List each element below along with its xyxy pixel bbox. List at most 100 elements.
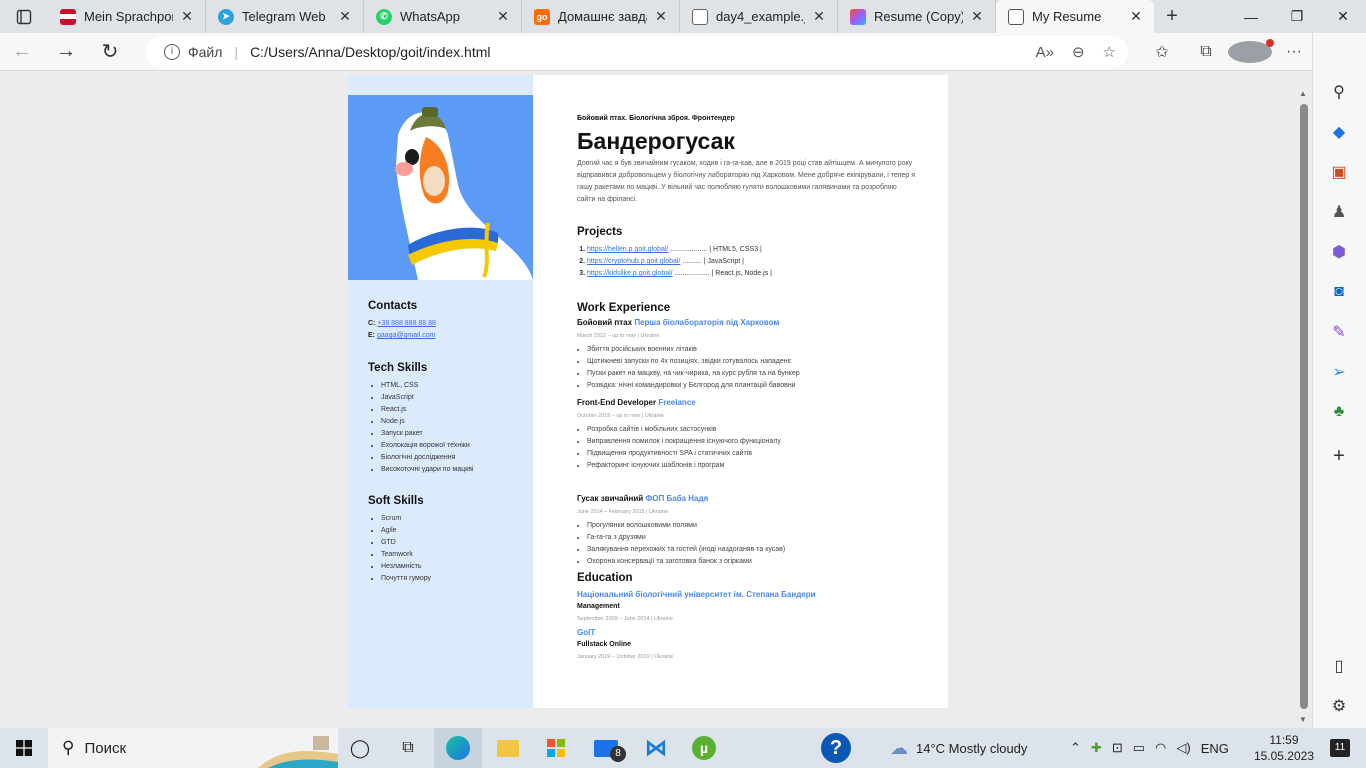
help-taskbar-button[interactable]: ? — [812, 728, 860, 768]
minimize-button[interactable]: — — [1228, 0, 1274, 33]
info-icon[interactable]: i — [164, 44, 180, 60]
utorrent-icon: µ — [692, 736, 716, 760]
list-item: Залякування перехожих та гостей (іноді н… — [587, 544, 917, 556]
mail-taskbar-button[interactable]: 8 — [582, 728, 630, 768]
gear-icon[interactable]: ⚙ — [1328, 695, 1350, 717]
webcam-icon[interactable]: ⊡ — [1112, 740, 1123, 756]
defender-icon[interactable]: ✚ — [1091, 740, 1102, 756]
tab-image[interactable]: day4_example.jpg ✕ — [680, 0, 838, 33]
plus-icon: + — [1166, 5, 1178, 27]
close-tab-icon[interactable]: ✕ — [179, 8, 195, 25]
close-tab-icon[interactable]: ✕ — [653, 8, 669, 25]
maximize-button[interactable]: ❐ — [1274, 0, 1320, 33]
project-link[interactable]: https://cryptohub.p.goit.global/ — [587, 258, 680, 265]
volume-icon[interactable]: ◁) — [1176, 740, 1190, 756]
project-link[interactable]: https://kidslike.p.goit.global/ — [587, 270, 673, 277]
tab-sprachportal[interactable]: Mein Sprachporta ✕ — [48, 0, 206, 33]
notifications-button[interactable]: 11 — [1316, 728, 1364, 768]
vscode-taskbar-button[interactable]: ⋈ — [632, 728, 680, 768]
goose-illustration — [395, 107, 533, 280]
project-link[interactable]: https://hellen.p.goit.global/ — [587, 246, 668, 253]
address-bar[interactable]: i Файл | C:/Users/Anna/Desktop/goit/inde… — [146, 36, 1128, 68]
resume-sidebar: Contacts С: +38 888 888 88 88 Е: gaaga@g… — [348, 75, 533, 708]
zoom-icon[interactable]: ⊖ — [1072, 43, 1085, 61]
send-icon[interactable]: ➢ — [1328, 361, 1350, 383]
shopping-tag-icon[interactable]: ◆ — [1328, 121, 1350, 143]
read-aloud-icon[interactable]: A» — [1036, 44, 1054, 61]
education-entry: Національний біологічний університет ім.… — [577, 590, 917, 622]
start-button[interactable] — [0, 728, 48, 768]
games-icon[interactable]: ♟ — [1328, 201, 1350, 223]
close-tab-icon[interactable]: ✕ — [495, 8, 511, 25]
arrow-right-icon: → — [56, 40, 76, 62]
search-icon[interactable]: ⚲ — [1328, 81, 1350, 103]
collections-icon[interactable]: ⧉ — [1184, 43, 1228, 61]
battery-icon[interactable]: ▭ — [1133, 740, 1145, 756]
close-tab-icon[interactable]: ✕ — [811, 8, 827, 25]
add-sidebar-app-icon[interactable]: + — [1328, 445, 1350, 467]
close-window-button[interactable]: ✕ — [1320, 0, 1366, 33]
explorer-taskbar-button[interactable] — [484, 728, 532, 768]
whatsapp-icon: ✆ — [376, 8, 392, 25]
url-text[interactable]: C:/Users/Anna/Desktop/goit/index.html — [250, 44, 490, 60]
contacts-section: Contacts С: +38 888 888 88 88 Е: gaaga@g… — [368, 300, 436, 342]
clock[interactable]: 11:59 15.05.2023 — [1254, 732, 1314, 764]
wifi-icon[interactable]: ◠ — [1155, 740, 1166, 756]
tree-icon[interactable]: ♣ — [1328, 401, 1350, 423]
job-title: Front-End Developer Freelance — [577, 398, 696, 407]
new-tab-button[interactable]: + — [1154, 5, 1190, 28]
job-title: Гусак звичайний ФОП Баба Надя — [577, 494, 709, 503]
projects-heading: Projects — [577, 226, 623, 238]
contacts-heading: Contacts — [368, 300, 418, 312]
clock-date: 15.05.2023 — [1253, 749, 1314, 763]
close-tab-icon[interactable]: ✕ — [337, 8, 353, 25]
scrollbar-thumb[interactable] — [1300, 104, 1308, 709]
scroll-up-icon[interactable]: ▲ — [1299, 89, 1307, 98]
language-indicator[interactable]: ENG — [1201, 741, 1229, 756]
forward-button[interactable]: → — [44, 33, 88, 71]
add-favorite-icon[interactable]: ☆ — [1103, 43, 1116, 61]
page-scrollbar[interactable]: ▲ ▼ — [1296, 71, 1312, 728]
list-item: React.js — [381, 404, 473, 416]
microsoft365-icon[interactable]: ⬢ — [1328, 241, 1350, 263]
close-tab-icon[interactable]: ✕ — [1128, 8, 1144, 25]
chevron-up-icon[interactable]: ⌃ — [1070, 740, 1081, 756]
tab-telegram[interactable]: ➤ Telegram Web ✕ — [206, 0, 364, 33]
refresh-button[interactable]: ↻ — [88, 33, 132, 71]
scroll-down-icon[interactable]: ▼ — [1299, 715, 1307, 724]
store-taskbar-button[interactable] — [532, 728, 580, 768]
tab-homework[interactable]: go Домашнє завдан ✕ — [522, 0, 680, 33]
email-link[interactable]: gaaga@gmail.com — [377, 332, 435, 339]
tab-figma[interactable]: Resume (Copy) – ✕ — [838, 0, 996, 33]
list-item: https://cryptohub.p.goit.global/ .......… — [587, 256, 917, 268]
favorites-icon[interactable]: ✩ — [1140, 42, 1184, 62]
scheme-label: Файл — [188, 44, 223, 60]
phone-link[interactable]: +38 888 888 88 88 — [377, 320, 436, 327]
edge-taskbar-button[interactable] — [434, 728, 482, 768]
back-button[interactable]: ← — [0, 33, 44, 71]
job-duties: Розробка сайтів і мобільних застосунків … — [577, 424, 917, 472]
list-item: Прогулянки волошковими полями — [587, 520, 917, 532]
address-bar-actions: A» ⊖ ☆ — [1036, 36, 1116, 68]
resume-main: Бойовий птах. Біологічна зброя. Фронтенд… — [533, 75, 948, 708]
weather-widget[interactable]: ☁ 14°C Mostly cloudy — [890, 728, 1027, 768]
file-icon — [1008, 8, 1024, 25]
tab-my-resume[interactable]: My Resume ✕ — [996, 0, 1154, 33]
widgets-button[interactable]: ⧉ — [384, 728, 432, 768]
list-item: GTD — [381, 537, 431, 549]
sidebar-layout-icon[interactable]: ▯ — [1328, 655, 1350, 677]
clock-time: 11:59 — [1269, 733, 1299, 747]
tools-briefcase-icon[interactable]: ▣ — [1328, 161, 1350, 183]
settings-more-icon[interactable]: ··· — [1272, 43, 1316, 61]
tab-actions-button[interactable] — [0, 0, 48, 33]
list-item: Біологічні дослідження — [381, 452, 473, 464]
profile-button[interactable] — [1228, 39, 1274, 63]
close-tab-icon[interactable]: ✕ — [969, 8, 985, 25]
designer-icon[interactable]: ✎ — [1328, 321, 1350, 343]
taskbar-search[interactable]: ⚲ Поиск — [48, 728, 338, 768]
utorrent-taskbar-button[interactable]: µ — [680, 728, 728, 768]
edge-icon — [446, 736, 470, 760]
task-view-button[interactable]: ◯ — [336, 728, 384, 768]
outlook-icon[interactable]: ◙ — [1328, 281, 1350, 303]
tab-whatsapp[interactable]: ✆ WhatsApp ✕ — [364, 0, 522, 33]
